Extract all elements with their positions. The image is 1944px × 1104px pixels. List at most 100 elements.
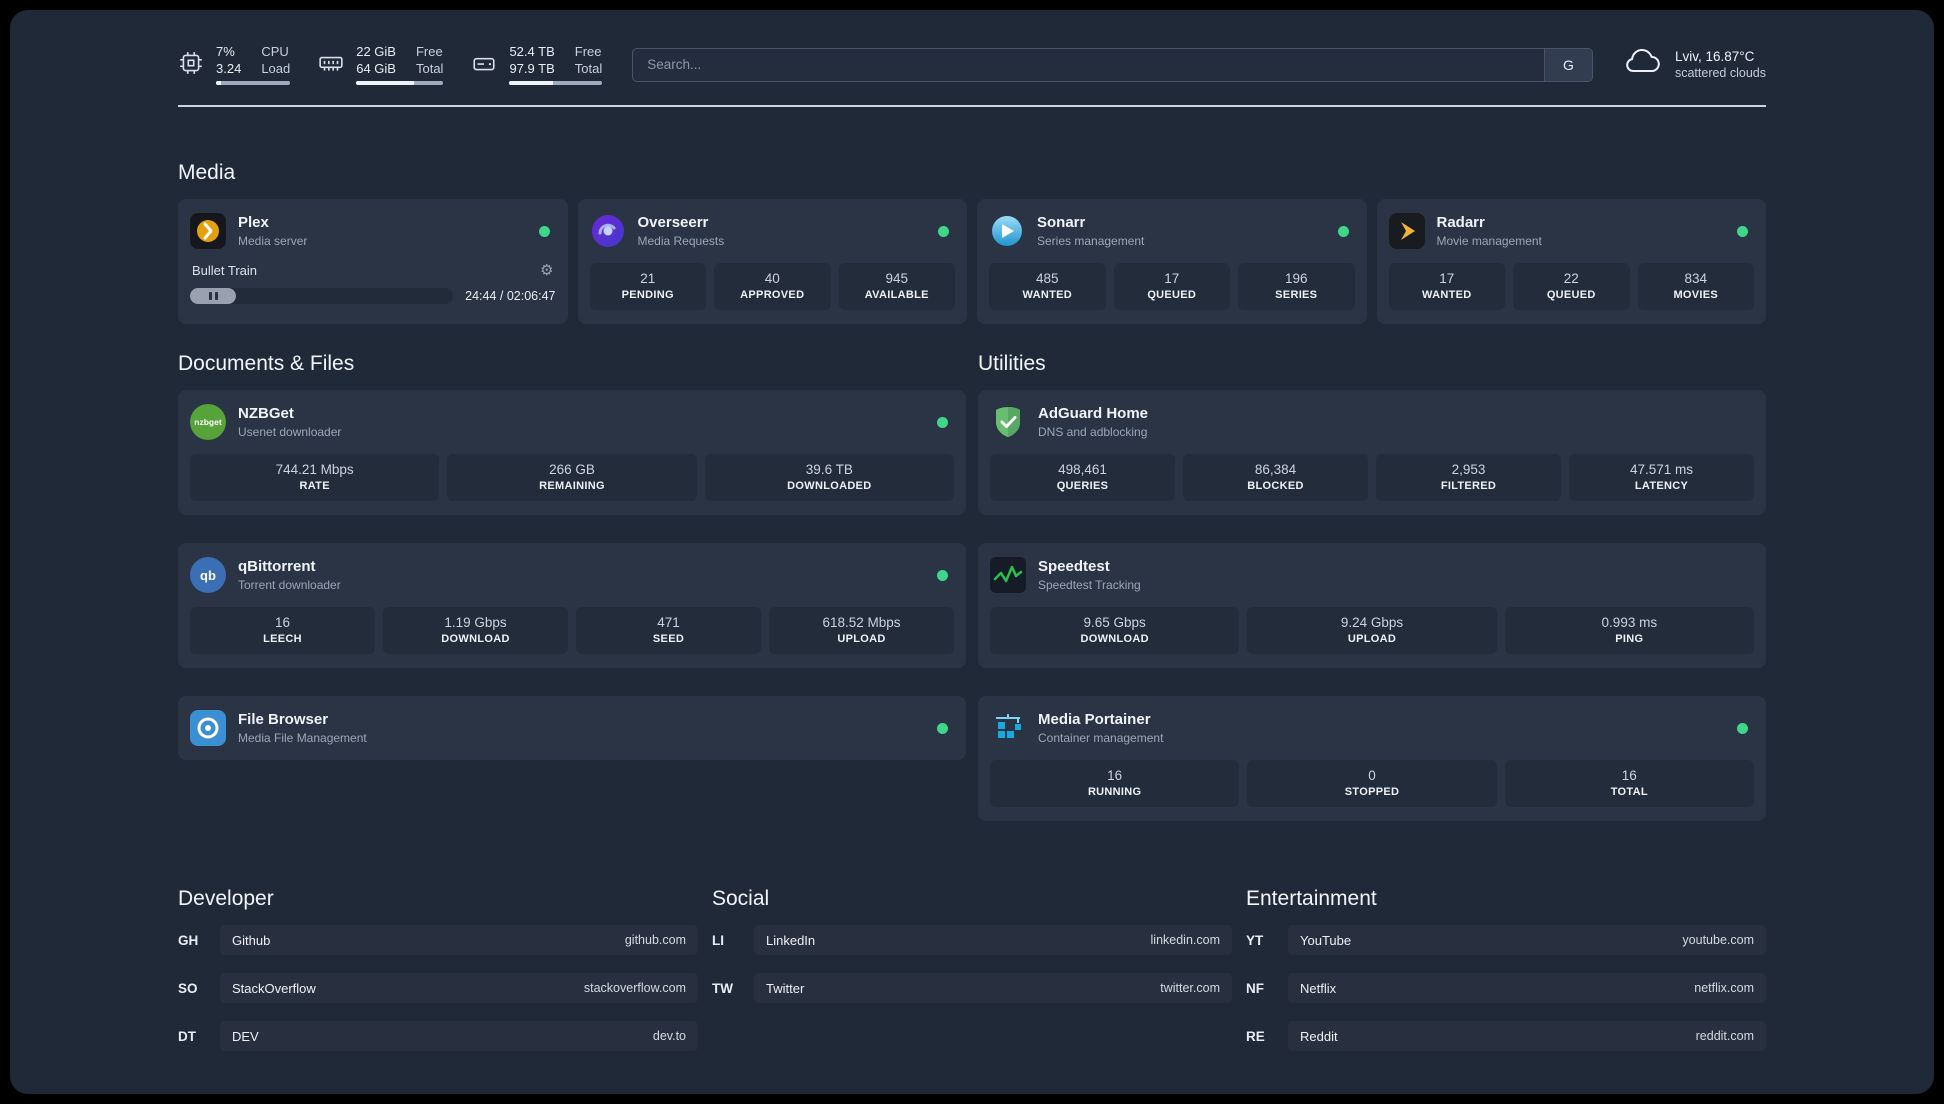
app-subtitle: Container management xyxy=(1038,731,1164,745)
dev-icon: DT xyxy=(178,1028,196,1044)
stat-label: WANTED xyxy=(1422,289,1472,301)
stat-label: PING xyxy=(1615,633,1644,645)
app-subtitle: Usenet downloader xyxy=(238,425,342,439)
app-subtitle: Speedtest Tracking xyxy=(1038,578,1141,592)
pause-icon[interactable] xyxy=(190,288,236,304)
filebrowser-icon xyxy=(190,710,226,746)
app-name: AdGuard Home xyxy=(1038,405,1149,422)
stat-label: SEED xyxy=(652,633,685,645)
app-subtitle: Media Requests xyxy=(637,234,725,248)
now-playing-widget: Bullet Train ⚙ 24:44 / 02:06:47 xyxy=(190,261,556,304)
cpu-usage-value: 7% xyxy=(216,44,235,59)
app-card-plex[interactable]: Plex Media server Bullet Train ⚙ 24:44 /… xyxy=(178,199,568,324)
stat-value: 618.52 Mbps xyxy=(822,615,901,630)
app-name: qBittorrent xyxy=(238,558,316,575)
sonarr-icon xyxy=(989,213,1025,249)
twitter-icon: TW xyxy=(712,980,733,996)
link-item-linkedin: LI LinkedIn linkedin.com xyxy=(712,925,1232,955)
app-name: Radarr xyxy=(1436,214,1485,231)
memory-free-label: Free xyxy=(415,44,443,59)
app-name: Plex xyxy=(238,214,269,231)
app-card-speedtest[interactable]: Speedtest Speedtest Tracking 9.65 Gbps D… xyxy=(978,543,1766,668)
link-stackoverflow[interactable]: StackOverflow stackoverflow.com xyxy=(220,973,698,1003)
developer-links-section: Developer GH Github github.com SO StackO… xyxy=(178,887,698,1051)
weather-condition: scattered clouds xyxy=(1674,66,1766,80)
section-title-documents: Documents & Files xyxy=(178,352,355,375)
link-netflix[interactable]: Netflix netflix.com xyxy=(1288,973,1766,1003)
stat-label: APPROVED xyxy=(740,289,805,301)
search-input[interactable] xyxy=(633,48,1544,81)
section-title-entertainment: Entertainment xyxy=(1246,887,1377,910)
disk-free-value: 52.4 TB xyxy=(509,44,555,59)
app-name: NZBGet xyxy=(238,405,294,422)
playback-progress-bar[interactable] xyxy=(190,288,454,304)
stat-value: 9.24 Gbps xyxy=(1340,615,1404,630)
app-card-adguard[interactable]: AdGuard Home DNS and adblocking 498,461 … xyxy=(978,390,1766,515)
stat-label: REMAINING xyxy=(539,480,605,492)
weather-widget: Lviv, 16.87°C scattered clouds xyxy=(1623,47,1766,82)
app-card-filebrowser[interactable]: File Browser Media File Management xyxy=(178,696,966,760)
status-dot xyxy=(538,225,550,237)
link-twitter[interactable]: Twitter twitter.com xyxy=(754,973,1232,1003)
link-item-netflix: NF Netflix netflix.com xyxy=(1246,973,1766,1003)
dashboard-window: 7% CPU 3.24 Load 22 GiB Free 64 GiB Tota… xyxy=(10,10,1934,1094)
stat-tile: 485 WANTED xyxy=(989,263,1106,310)
stat-label: AVAILABLE xyxy=(864,289,929,301)
app-card-qbittorrent[interactable]: qb qBittorrent Torrent downloader 16 LEE… xyxy=(178,543,966,668)
stat-label: PENDING xyxy=(621,289,674,301)
stat-value: 9.65 Gbps xyxy=(1083,615,1146,630)
app-card-portainer[interactable]: Media Portainer Container management 16 … xyxy=(978,696,1766,821)
stat-value: 196 xyxy=(1284,271,1308,286)
settings-gear-icon[interactable]: ⚙ xyxy=(540,261,553,279)
stat-tile: 40 APPROVED xyxy=(714,263,831,310)
memory-total-value: 64 GiB xyxy=(356,61,396,76)
disk-progress-bar xyxy=(509,81,603,85)
stat-label: LATENCY xyxy=(1634,480,1689,492)
weather-location: Lviv, 16.87°C xyxy=(1674,49,1755,64)
stat-label: FILTERED xyxy=(1440,480,1497,492)
app-card-overseerr[interactable]: Overseerr Media Requests 21 PENDING 40 A… xyxy=(577,199,967,324)
memory-progress-bar xyxy=(356,81,444,85)
app-subtitle: Media File Management xyxy=(238,731,367,745)
stat-value: 485 xyxy=(1035,271,1059,286)
stat-value: 744.21 Mbps xyxy=(275,462,354,477)
topbar-divider xyxy=(178,105,1766,107)
link-github[interactable]: Github github.com xyxy=(220,925,698,955)
link-item-youtube: YT YouTube youtube.com xyxy=(1246,925,1766,955)
section-title-social: Social xyxy=(712,887,770,910)
stat-label: UPLOAD xyxy=(1347,633,1397,645)
app-subtitle: DNS and adblocking xyxy=(1038,425,1148,439)
app-card-sonarr[interactable]: Sonarr Series management 485 WANTED 17 Q… xyxy=(977,199,1367,324)
stat-tile: 17 QUEUED xyxy=(1113,263,1230,310)
stat-tile: 9.65 Gbps DOWNLOAD xyxy=(990,607,1240,654)
link-youtube[interactable]: YouTube youtube.com xyxy=(1288,925,1766,955)
status-dot xyxy=(937,569,948,581)
stat-value: 0.993 ms xyxy=(1601,615,1658,630)
stat-label: DOWNLOAD xyxy=(1080,633,1149,645)
app-card-nzbget[interactable]: nzbget NZBGet Usenet downloader 744.21 M… xyxy=(178,390,966,515)
search-engine-button[interactable]: G xyxy=(1543,48,1592,81)
stat-label: DOWNLOAD xyxy=(441,633,510,645)
stat-value: 266 GB xyxy=(549,462,595,477)
link-reddit[interactable]: Reddit reddit.com xyxy=(1288,1021,1766,1051)
overseerr-icon xyxy=(590,213,626,249)
search-bar: G xyxy=(632,47,1593,82)
status-dot xyxy=(1337,225,1349,237)
app-card-radarr[interactable]: Radarr Movie management 17 WANTED 22 QUE… xyxy=(1376,199,1766,324)
nzbget-icon: nzbget xyxy=(190,404,226,440)
cpu-usage-label: CPU xyxy=(261,44,289,59)
stat-tile: 0.993 ms PING xyxy=(1504,607,1754,654)
stat-value: 22 xyxy=(1563,271,1579,286)
youtube-icon: YT xyxy=(1246,932,1264,948)
stat-tile: 39.6 TB DOWNLOADED xyxy=(704,454,954,501)
disk-total-value: 97.9 TB xyxy=(509,61,555,76)
cpu-load-value: 3.24 xyxy=(216,61,242,76)
stat-label: DOWNLOADED xyxy=(787,480,872,492)
link-linkedin[interactable]: LinkedIn linkedin.com xyxy=(754,925,1232,955)
stat-label: MOVIES xyxy=(1673,289,1719,301)
speedtest-icon xyxy=(990,557,1026,593)
link-dev[interactable]: DEV dev.to xyxy=(220,1021,698,1051)
stat-label: QUERIES xyxy=(1056,480,1109,492)
disk-widget: 52.4 TB Free 97.9 TB Total xyxy=(471,44,603,85)
stat-value: 40 xyxy=(764,271,780,286)
